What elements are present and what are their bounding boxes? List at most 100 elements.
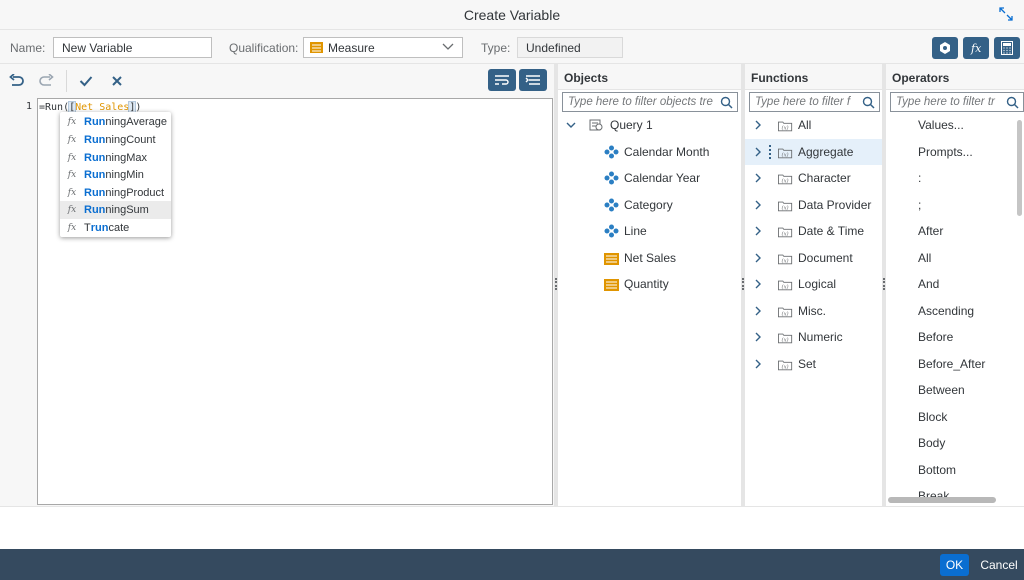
operator-item[interactable]: Between <box>886 377 1016 403</box>
redo-icon <box>38 74 54 86</box>
autocomplete-item[interactable]: fx Run ningCount <box>60 131 171 149</box>
autocomplete-item[interactable]: fx Run ningMin <box>60 166 171 184</box>
function-folder-icon: (x) <box>778 227 793 238</box>
calculator-icon <box>1001 41 1013 55</box>
function-button[interactable]: fx <box>963 37 989 59</box>
chevron-right-icon[interactable] <box>753 306 763 316</box>
objects-search-input[interactable]: Type here to filter objects tre <box>562 92 738 112</box>
autocomplete-item[interactable]: fx Run ningProduct <box>60 184 171 202</box>
function-folder-icon: (x) <box>778 174 793 185</box>
operator-label: After <box>918 224 944 238</box>
autocomplete-item[interactable]: fx Trun cate <box>60 219 171 237</box>
chevron-right-icon[interactable] <box>753 332 763 342</box>
operator-item[interactable]: Values... <box>886 112 1016 138</box>
operator-item[interactable]: Body <box>886 430 1016 456</box>
operator-item[interactable]: All <box>886 245 1016 271</box>
function-category-label: Document <box>798 250 853 265</box>
object-item[interactable]: Calendar Year <box>558 165 741 191</box>
operator-item[interactable]: ; <box>886 192 1016 218</box>
search-icon[interactable] <box>720 96 733 109</box>
qualification-label: Qualification: <box>229 41 299 55</box>
check-icon <box>79 76 93 87</box>
operator-item[interactable]: Ascending <box>886 298 1016 324</box>
validate-button[interactable] <box>77 73 95 89</box>
chevron-right-icon[interactable] <box>753 200 763 210</box>
operator-label: Prompts... <box>918 144 973 159</box>
operators-panel: Operators Type here to filter tr Values.… <box>886 64 1024 506</box>
function-category-item[interactable]: (x) Document <box>745 245 882 271</box>
object-item[interactable]: Calendar Month <box>558 139 741 165</box>
autocomplete-item[interactable]: fx Run ningAverage <box>60 113 171 131</box>
autocomplete-rest: cate <box>108 222 130 234</box>
function-category-item[interactable]: (x) Data Provider <box>745 192 882 218</box>
cancel-button[interactable]: Cancel <box>976 554 1022 576</box>
function-category-item[interactable]: (x) Numeric <box>745 324 882 350</box>
expand-icon[interactable] <box>999 7 1013 21</box>
cube-button[interactable] <box>932 37 958 59</box>
operator-item[interactable]: : <box>886 165 1016 191</box>
drag-handle-icon[interactable] <box>769 144 771 159</box>
object-item[interactable]: Quantity <box>558 271 741 297</box>
operator-label: Ascending <box>918 303 975 318</box>
undo-button[interactable] <box>7 73 25 89</box>
function-category-item[interactable]: (x) Aggregate <box>745 138 882 165</box>
chevron-right-icon[interactable] <box>753 359 763 369</box>
search-icon[interactable] <box>862 96 875 109</box>
redo-button[interactable] <box>37 73 55 89</box>
chevron-right-icon[interactable] <box>753 147 763 157</box>
chevron-down-icon[interactable] <box>566 120 576 130</box>
function-category-item[interactable]: (x) Logical <box>745 271 882 297</box>
operator-label: Between <box>918 383 965 397</box>
operator-item[interactable]: Prompts... <box>886 139 1016 165</box>
function-folder-icon: (x) <box>778 148 793 158</box>
query-icon <box>589 119 603 131</box>
operators-scrollbar-horizontal[interactable] <box>888 497 996 503</box>
function-category-item[interactable]: (x) Misc. <box>745 298 882 324</box>
autocomplete-match: Run <box>84 152 106 164</box>
function-category-label: Date & Time <box>798 224 865 238</box>
name-input[interactable]: New Variable <box>53 37 212 58</box>
function-category-item[interactable]: (x) Character <box>745 165 882 191</box>
functions-search-input[interactable]: Type here to filter f <box>749 92 880 112</box>
format-button[interactable] <box>519 69 547 91</box>
operator-item[interactable]: After <box>886 218 1016 244</box>
search-icon[interactable] <box>1006 96 1019 109</box>
operator-label: All <box>918 250 932 265</box>
operator-label: Values... <box>918 118 964 132</box>
function-folder-icon: (x) <box>778 333 793 344</box>
operator-item[interactable]: Bottom <box>886 457 1016 483</box>
dimension-icon <box>604 171 619 185</box>
autocomplete-item[interactable]: fx Run ningMax <box>60 149 171 167</box>
type-value: Undefined <box>517 37 623 58</box>
operator-label: Bottom <box>918 462 957 477</box>
splitter-grip[interactable] <box>555 278 557 290</box>
chevron-right-icon[interactable] <box>753 173 763 183</box>
chevron-right-icon[interactable] <box>753 226 763 236</box>
function-category-item[interactable]: (x) Set <box>745 351 882 377</box>
object-item[interactable]: Line <box>558 218 741 244</box>
chevron-right-icon[interactable] <box>753 120 763 130</box>
operator-item[interactable]: And <box>886 271 1016 297</box>
tree-node-query[interactable]: Query 1 <box>558 112 741 138</box>
splitter-grip[interactable] <box>883 278 885 290</box>
function-category-item[interactable]: (x) Date & Time <box>745 218 882 244</box>
clear-button[interactable] <box>108 73 126 89</box>
chevron-right-icon[interactable] <box>753 279 763 289</box>
qualification-select[interactable]: Measure <box>303 37 463 58</box>
chevron-right-icon[interactable] <box>753 253 763 263</box>
operator-item[interactable]: Before_After <box>886 351 1016 377</box>
wrap-button[interactable] <box>488 69 516 91</box>
function-category-item[interactable]: (x) All <box>745 112 882 138</box>
autocomplete-rest: ningMin <box>105 169 144 181</box>
object-item[interactable]: Net Sales <box>558 245 741 271</box>
calculator-button[interactable] <box>994 37 1020 59</box>
object-item[interactable]: Category <box>558 192 741 218</box>
operators-search-input[interactable]: Type here to filter tr <box>890 92 1024 112</box>
operator-item[interactable]: Before <box>886 324 1016 350</box>
ok-button[interactable]: OK <box>940 554 969 576</box>
operators-scrollbar-vertical[interactable] <box>1017 120 1022 216</box>
svg-text:(x): (x) <box>782 125 789 132</box>
operator-item[interactable]: Block <box>886 404 1016 430</box>
autocomplete-item-selected[interactable]: fx Run ningSum <box>60 201 171 219</box>
splitter-grip[interactable] <box>742 278 744 290</box>
